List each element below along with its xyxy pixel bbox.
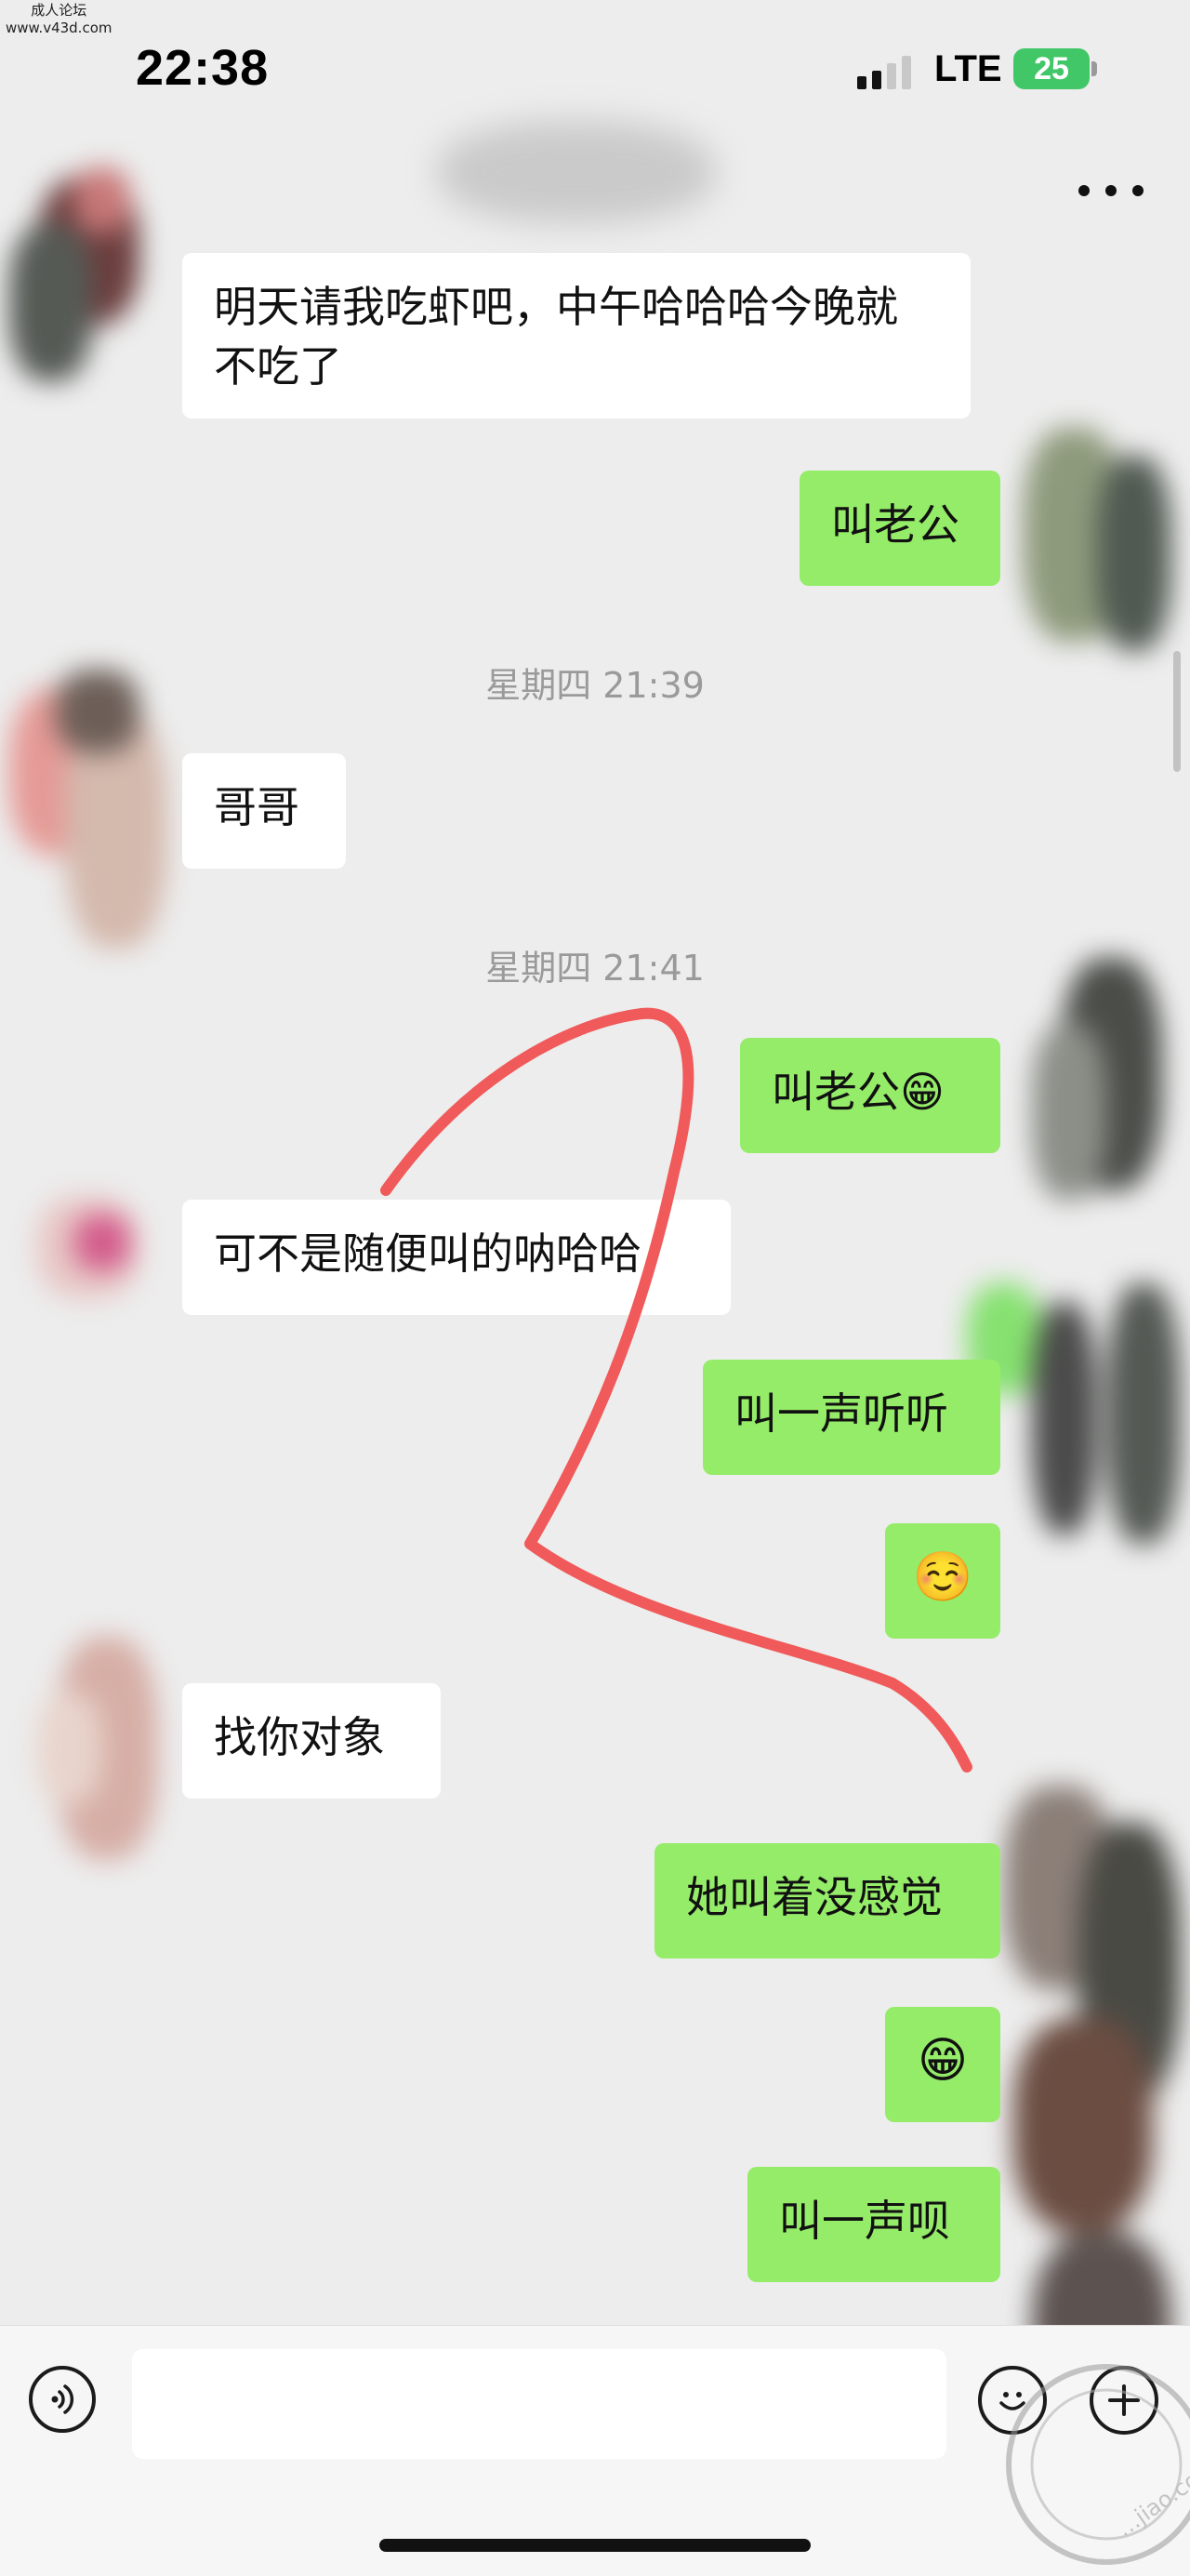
watermark-line-1: 成人论坛 xyxy=(31,2,87,19)
status-bar: 22:38 LTE 25 xyxy=(0,0,1190,139)
battery-level: 25 xyxy=(1034,51,1069,86)
message-bubble-incoming[interactable]: 明天请我吃虾吧，中午哈哈哈今晚就不吃了 xyxy=(182,253,971,418)
avatar[interactable] xyxy=(1004,409,1181,670)
home-indicator[interactable] xyxy=(379,2539,811,2552)
message-timestamp: 星期四 21:41 xyxy=(485,948,705,989)
message-text: 她叫着没感觉 xyxy=(686,1872,943,1922)
battery-icon: 25 xyxy=(1013,48,1090,89)
avatar[interactable] xyxy=(967,1265,1190,1572)
message-text: 叫老公😁 xyxy=(772,1067,945,1117)
message-input[interactable] xyxy=(132,2349,946,2459)
message-text: 叫老公 xyxy=(831,499,959,550)
emoji-smile-icon: ☺️ xyxy=(912,1549,973,1605)
message-bubble-outgoing[interactable]: ☺️ xyxy=(885,1523,1000,1639)
site-watermark: 成人论坛 www.v43d.com xyxy=(6,2,112,37)
message-bubble-outgoing[interactable]: 叫一声听听 xyxy=(703,1360,1000,1475)
message-bubble-incoming[interactable]: 找你对象 xyxy=(182,1683,441,1799)
message-bubble-outgoing[interactable]: 叫一声呗 xyxy=(747,2167,1000,2282)
message-text: 叫一声听听 xyxy=(734,1388,948,1439)
voice-input-button[interactable] xyxy=(29,2366,96,2433)
cellular-signal-icon xyxy=(857,56,911,89)
message-text: 明天请我吃虾吧，中午哈哈哈今晚就不吃了 xyxy=(214,282,898,392)
message-bubble-outgoing[interactable]: 叫老公 xyxy=(800,471,1000,586)
watermark-stamp: …jiao.com xyxy=(1006,2364,1190,2565)
message-bubble-outgoing[interactable]: 叫老公😁 xyxy=(740,1038,1000,1153)
message-text: 可不是随便叫的呐哈哈 xyxy=(214,1228,641,1279)
voice-icon xyxy=(51,2384,74,2414)
status-time: 22:38 xyxy=(136,40,270,96)
message-bubble-outgoing[interactable]: 😁 xyxy=(885,2007,1000,2122)
scroll-indicator[interactable] xyxy=(1173,651,1181,772)
avatar[interactable] xyxy=(1023,949,1190,1255)
avatar[interactable] xyxy=(37,1618,177,1888)
message-text: 哥哥 xyxy=(214,782,299,832)
message-bubble-incoming[interactable]: 哥哥 xyxy=(182,753,346,869)
message-bubble-outgoing[interactable]: 她叫着没感觉 xyxy=(654,1843,1000,1959)
message-bubble-incoming[interactable]: 可不是随便叫的呐哈哈 xyxy=(182,1200,731,1315)
avatar[interactable] xyxy=(28,1187,151,1309)
avatar[interactable] xyxy=(9,167,195,400)
avatar[interactable] xyxy=(0,670,195,976)
emoji-grin-icon: 😁 xyxy=(917,2033,969,2089)
battery-cap xyxy=(1091,61,1097,76)
network-type: LTE xyxy=(934,48,1002,89)
message-text: 叫一声呗 xyxy=(779,2196,950,2246)
message-text: 找你对象 xyxy=(214,1712,385,1762)
watermark-line-2: www.v43d.com xyxy=(6,20,112,36)
chat-message-list[interactable]: 明天请我吃虾吧，中午哈哈哈今晚就不吃了 叫老公 星期四 21:39 哥哥 星期四… xyxy=(0,139,1190,2446)
